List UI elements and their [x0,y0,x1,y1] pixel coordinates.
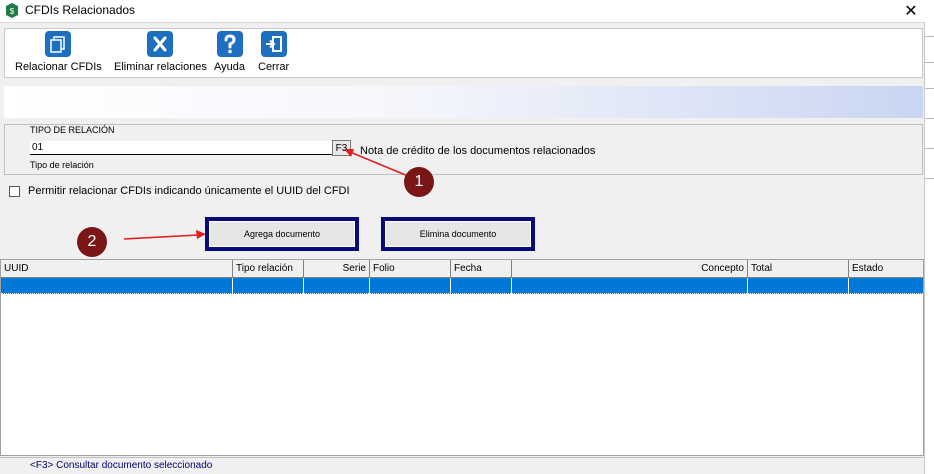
annotation-arrow-2 [123,230,206,240]
header-banner [4,86,923,118]
question-icon [216,31,243,57]
uuid-only-option[interactable]: Permitir relacionar CFDIs indicando únic… [9,185,350,197]
annotation-arrow-1 [344,149,409,177]
relation-type-input[interactable] [30,141,332,155]
column-header-uuid[interactable]: UUID [1,260,233,278]
column-header-fecha[interactable]: Fecha [451,260,512,278]
column-header-concepto[interactable]: Concepto [512,260,748,278]
table-header: UUID Tipo relación Serie Folio Fecha Con… [1,260,923,278]
uuid-only-checkbox[interactable] [9,185,20,197]
close-icon: ✕ [904,3,918,20]
annotation-marker-2: 2 [77,227,107,257]
relacionar-cfdis-label: Relacionar CFDIs [15,61,102,73]
column-header-total[interactable]: Total [748,260,849,278]
status-bar: <F3> Consultar documento seleccionado [0,457,924,474]
app-icon: $ [6,3,18,18]
relation-type-caption: TIPO DE RELACIÓN [30,125,115,135]
copy-documents-icon [45,31,72,57]
documents-table[interactable]: UUID Tipo relación Serie Folio Fecha Con… [0,259,924,456]
column-header-serie[interactable]: Serie [304,260,370,278]
status-hint: <F3> Consultar documento seleccionado [30,460,213,471]
ayuda-label: Ayuda [214,61,245,73]
cerrar-label: Cerrar [258,61,290,73]
cerrar-button[interactable]: Cerrar [258,31,289,73]
remove-document-label: Elimina documento [419,229,497,239]
eliminar-relaciones-label: Eliminar relaciones [114,61,207,73]
right-edge-strip [924,22,934,474]
uuid-only-label: Permitir relacionar CFDIs indicando únic… [28,185,350,197]
close-button[interactable]: ✕ [888,0,934,22]
add-document-label: Agrega documento [243,229,321,239]
relation-panel: TIPO DE RELACIÓN F3 Nota de crédito de l… [4,124,923,175]
table-row[interactable] [1,278,923,294]
exit-door-icon [260,31,287,57]
eliminar-relaciones-button[interactable]: Eliminar relaciones [114,31,207,73]
relation-type-sublabel: Tipo de relación [30,160,94,170]
svg-text:$: $ [10,7,15,16]
column-header-tipo-relacion[interactable]: Tipo relación [233,260,304,278]
add-document-button[interactable]: Agrega documento [205,217,359,251]
relacionar-cfdis-button[interactable]: Relacionar CFDIs [15,31,102,73]
title-bar: $ CFDIs Relacionados ✕ [0,0,934,22]
remove-document-button[interactable]: Elimina documento [381,217,535,251]
x-icon [147,31,174,57]
column-header-folio[interactable]: Folio [370,260,451,278]
annotation-marker-1: 1 [404,167,434,197]
ayuda-button[interactable]: Ayuda [214,31,245,73]
window-title: CFDIs Relacionados [25,3,136,17]
toolbar: Relacionar CFDIs Eliminar relaciones Ayu… [4,28,923,78]
column-header-estado[interactable]: Estado [849,260,923,278]
